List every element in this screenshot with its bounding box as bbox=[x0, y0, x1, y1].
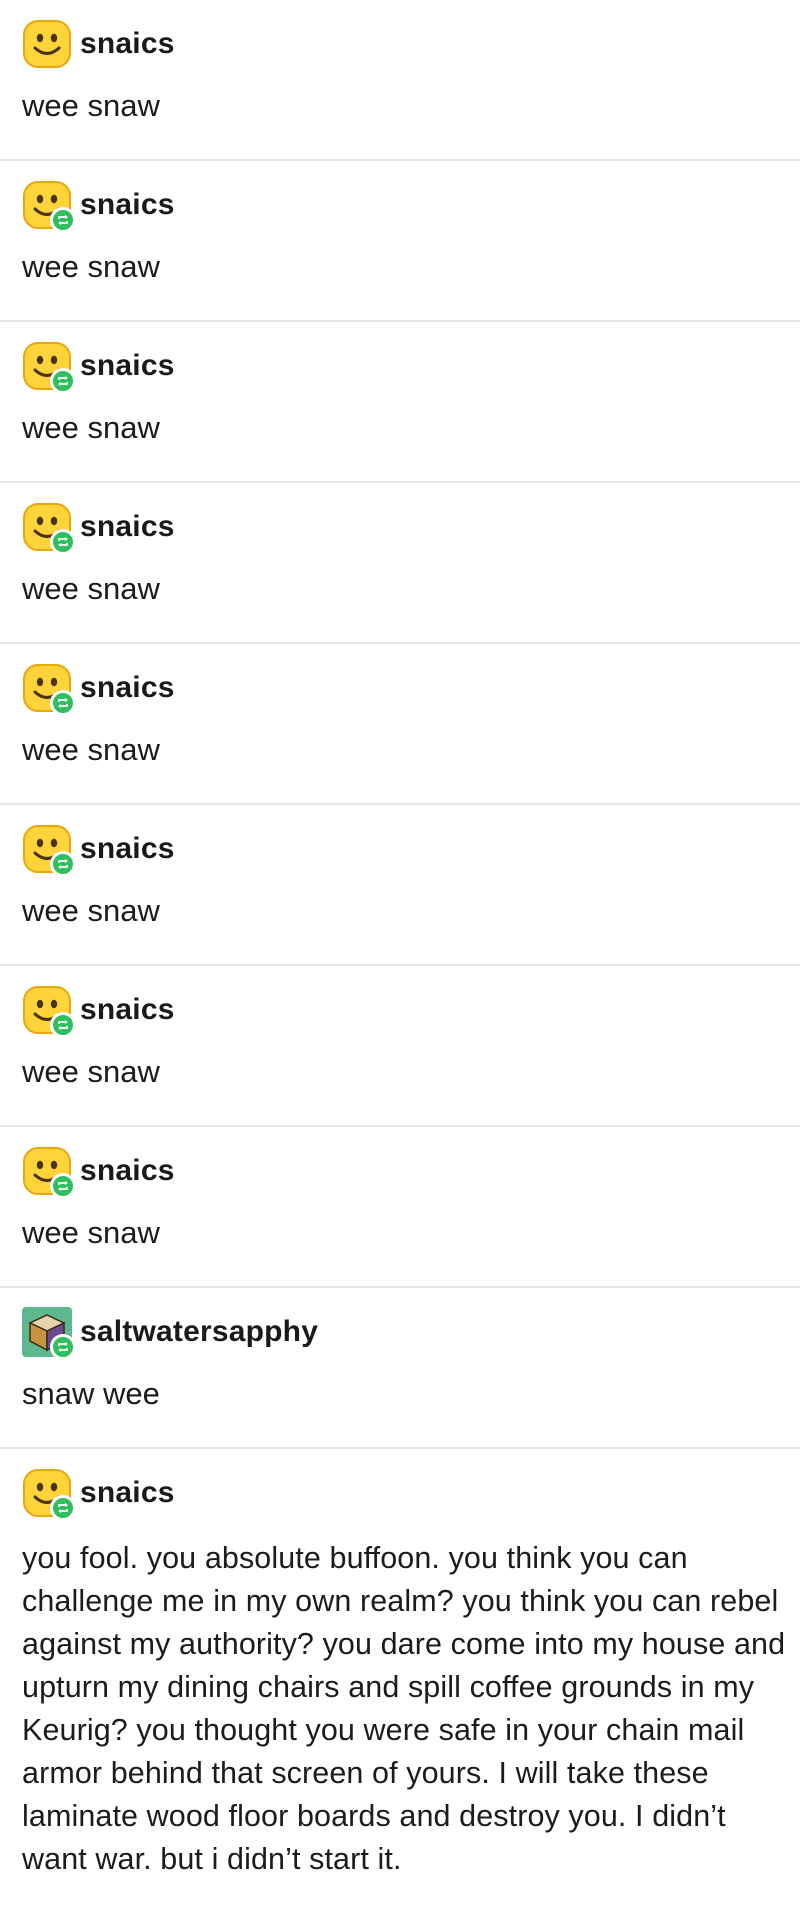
reblog-arrows-icon bbox=[50, 207, 76, 233]
username-link[interactable]: snaics bbox=[80, 993, 175, 1027]
username-link[interactable]: snaics bbox=[80, 832, 175, 866]
smiley-emoji-icon[interactable] bbox=[22, 663, 76, 716]
post-text: wee snaw bbox=[22, 571, 160, 606]
smiley-emoji-icon[interactable] bbox=[22, 180, 76, 233]
username-link[interactable]: snaics bbox=[80, 1154, 175, 1188]
reblog-arrows-icon bbox=[50, 368, 76, 394]
post-text: wee snaw bbox=[22, 410, 160, 445]
post-header: snaics bbox=[22, 985, 175, 1038]
reblog-post: snaics wee snaw bbox=[0, 1127, 800, 1288]
smiley-emoji-icon[interactable] bbox=[22, 824, 76, 877]
post-header: snaics bbox=[22, 1146, 175, 1199]
reblog-arrows-icon bbox=[50, 1012, 76, 1038]
reblog-post: saltwatersapphy snaw wee bbox=[0, 1288, 800, 1449]
post-header: snaics bbox=[22, 20, 175, 68]
post-text: you fool. you absolute buffoon. you thin… bbox=[22, 1541, 786, 1876]
post-header: saltwatersapphy bbox=[22, 1307, 318, 1360]
reblog-post: snaics wee snaw bbox=[0, 644, 800, 805]
post-text: wee snaw bbox=[22, 893, 160, 928]
reblog-arrows-icon bbox=[50, 690, 76, 716]
cube-box-icon[interactable] bbox=[22, 1307, 76, 1360]
post-text: wee snaw bbox=[22, 249, 160, 284]
reblog-post: snaics wee snaw bbox=[0, 0, 800, 161]
reblog-post: snaics wee snaw bbox=[0, 805, 800, 966]
post-text: wee snaw bbox=[22, 88, 160, 123]
post-text: snaw wee bbox=[22, 1376, 160, 1411]
post-header: snaics bbox=[22, 341, 175, 394]
reblog-arrows-icon bbox=[50, 851, 76, 877]
username-link[interactable]: snaics bbox=[80, 510, 175, 544]
smiley-emoji-icon[interactable] bbox=[22, 341, 76, 394]
post-text: wee snaw bbox=[22, 732, 160, 767]
post-header: snaics bbox=[22, 824, 175, 877]
reblog-post: snaics wee snaw bbox=[0, 483, 800, 644]
post-header: snaics bbox=[22, 663, 175, 716]
reblog-arrows-icon bbox=[50, 1173, 76, 1199]
reblog-arrows-icon bbox=[50, 1334, 76, 1360]
reblog-post: snaics wee snaw bbox=[0, 966, 800, 1127]
smiley-emoji-icon[interactable] bbox=[22, 1146, 76, 1199]
smiley-emoji-icon[interactable] bbox=[22, 19, 72, 69]
smiley-emoji-icon[interactable] bbox=[22, 502, 76, 555]
post-header: snaics bbox=[22, 180, 175, 233]
post-text: wee snaw bbox=[22, 1215, 160, 1250]
username-link[interactable]: snaics bbox=[80, 188, 175, 222]
reblog-post: snaics wee snaw bbox=[0, 161, 800, 322]
username-link[interactable]: snaics bbox=[80, 27, 175, 61]
post-header: snaics bbox=[22, 502, 175, 555]
username-link[interactable]: snaics bbox=[80, 349, 175, 383]
reblog-post: snaics wee snaw bbox=[0, 322, 800, 483]
reblog-thread: snaics wee snaw snaics wee snaw snaics wee sn… bbox=[0, 0, 800, 1881]
username-link[interactable]: saltwatersapphy bbox=[80, 1315, 318, 1349]
smiley-emoji-icon[interactable] bbox=[22, 985, 76, 1038]
reblog-post: snaics you fool. you absolute buffoon. yo… bbox=[0, 1449, 800, 1881]
post-text: wee snaw bbox=[22, 1054, 160, 1089]
reblog-arrows-icon bbox=[50, 529, 76, 555]
username-link[interactable]: snaics bbox=[80, 671, 175, 705]
